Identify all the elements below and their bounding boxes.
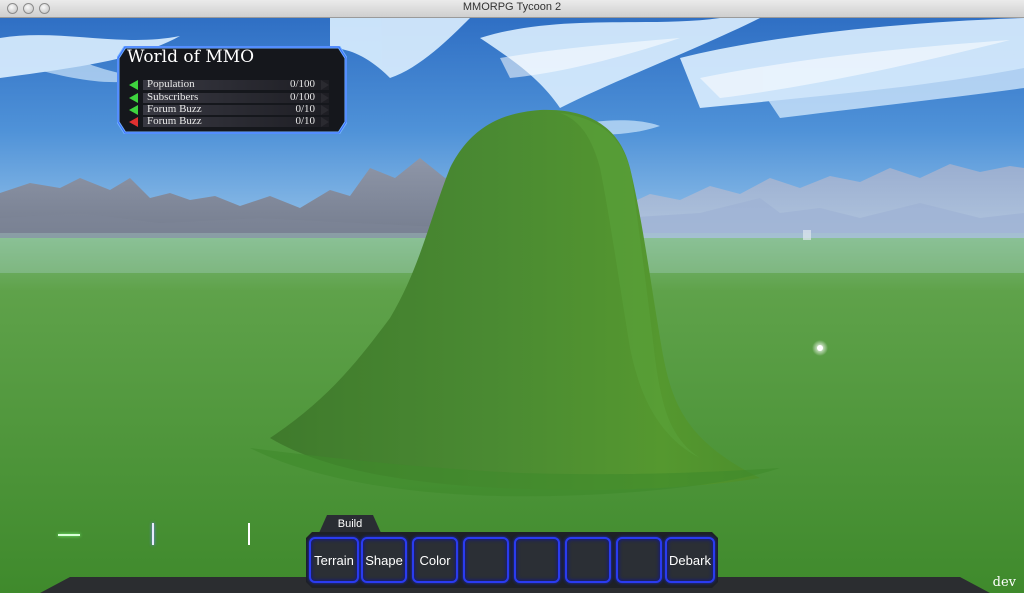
stat-row-subscribers: Subscribers 0/100 <box>129 92 329 103</box>
trend-up-icon <box>129 93 138 103</box>
shape-button[interactable]: Shape <box>361 537 407 583</box>
stat-value: 0/10 <box>295 103 315 115</box>
stat-value: 0/10 <box>295 115 315 127</box>
dev-mode-label: dev <box>992 575 1016 590</box>
empty-tool-slot[interactable] <box>514 537 560 583</box>
trend-up-icon <box>129 105 138 115</box>
hud-tick-marker <box>248 523 250 545</box>
stat-label: Population <box>147 78 195 90</box>
trend-down-icon <box>129 117 138 127</box>
build-tab[interactable]: Build <box>319 515 381 533</box>
world-name-title: World of MMO <box>127 47 255 67</box>
build-toolbar: Terrain Shape Color Debark <box>306 532 718 588</box>
hud-level-marker <box>58 534 80 536</box>
stat-row-forum-buzz-negative: Forum Buzz 0/10 <box>129 116 329 127</box>
trend-up-icon <box>129 80 138 90</box>
title-bar: MMORPG Tycoon 2 <box>0 0 1024 18</box>
stat-row-population: Population 0/100 <box>129 79 329 90</box>
window-title: MMORPG Tycoon 2 <box>462 1 562 13</box>
world-stats-panel: World of MMO Population 0/100 Subscriber… <box>117 46 347 134</box>
empty-tool-slot[interactable] <box>565 537 611 583</box>
color-button[interactable]: Color <box>412 537 458 583</box>
stat-value: 0/100 <box>289 78 315 90</box>
game-window: MMORPG Tycoon 2 World of MMO Population … <box>0 0 1024 593</box>
empty-tool-slot[interactable] <box>463 537 509 583</box>
empty-tool-slot[interactable] <box>616 537 662 583</box>
stat-label: Forum Buzz <box>147 103 202 115</box>
debark-button[interactable]: Debark <box>665 537 715 583</box>
stat-value: 0/100 <box>289 91 315 103</box>
hud-tick-marker <box>152 523 154 545</box>
stat-label: Subscribers <box>147 91 199 103</box>
stat-row-forum-buzz: Forum Buzz 0/10 <box>129 104 329 115</box>
stat-label: Forum Buzz <box>147 115 202 127</box>
terrain-button[interactable]: Terrain <box>309 537 359 583</box>
